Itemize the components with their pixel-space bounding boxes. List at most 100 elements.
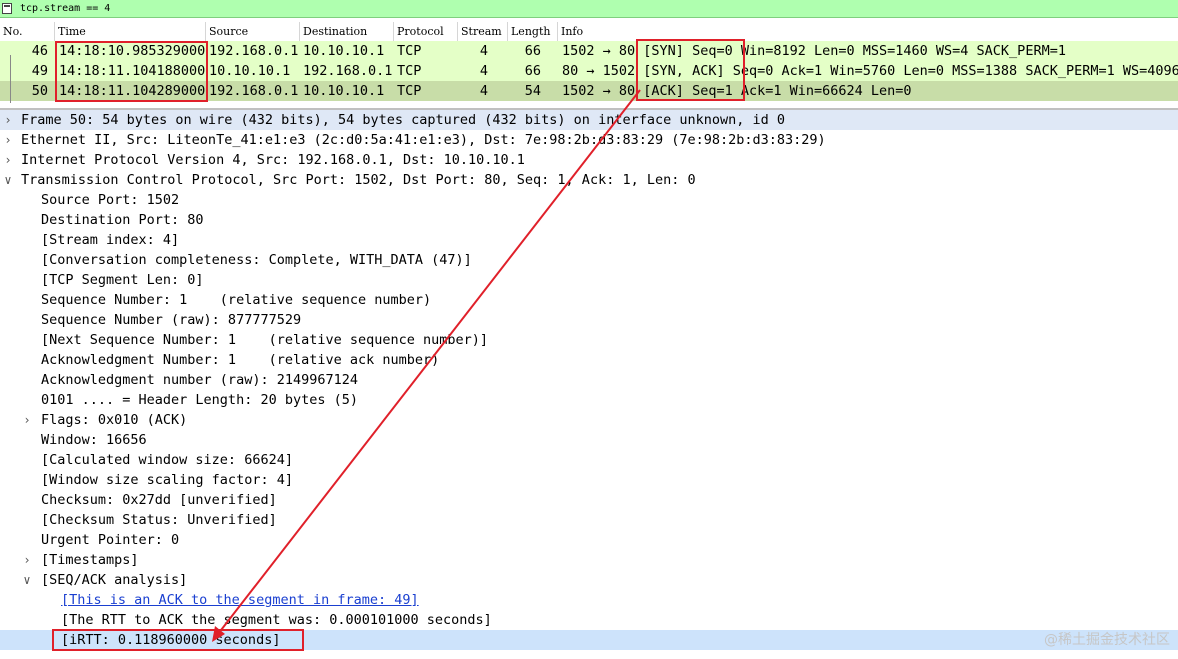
packet-no: 49 <box>31 63 48 79</box>
column-header-no[interactable]: No. <box>0 22 55 41</box>
tree-item-label: Transmission Control Protocol, Src Port:… <box>21 172 696 188</box>
field-label: Sequence Number: 1 (relative sequence nu… <box>41 292 432 308</box>
field-segment-len[interactable]: [TCP Segment Len: 0] <box>0 270 1178 290</box>
packet-protocol: TCP <box>397 63 422 79</box>
packet-length: 66 <box>524 43 541 59</box>
field-next-sequence-number[interactable]: [Next Sequence Number: 1 (relative seque… <box>0 330 1178 350</box>
packet-destination: 10.10.10.1 <box>303 83 385 99</box>
watermark: @稀土掘金技术社区 <box>1044 632 1170 648</box>
info-details: Seq=0 Win=8192 Len=0 MSS=1460 WS=4 SACK_… <box>692 43 1066 59</box>
field-checksum[interactable]: Checksum: 0x27dd [unverified] <box>0 490 1178 510</box>
field-urgent-pointer[interactable]: Urgent Pointer: 0 <box>0 530 1178 550</box>
field-label: [Next Sequence Number: 1 (relative seque… <box>41 332 489 348</box>
packet-row-selected[interactable]: 50 14:18:11.104289000 192.168.0.1 10.10.… <box>0 81 1178 101</box>
field-window[interactable]: Window: 16656 <box>0 430 1178 450</box>
field-destination-port[interactable]: Destination Port: 80 <box>0 210 1178 230</box>
packet-destination: 192.168.0.1 <box>303 63 393 79</box>
field-label: Urgent Pointer: 0 <box>41 532 180 548</box>
field-label: [iRTT: 0.118960000 seconds] <box>61 632 281 648</box>
tree-item-label: Ethernet II, Src: LiteonTe_41:e1:e3 (2c:… <box>21 132 826 148</box>
chevron-down-icon[interactable]: ∨ <box>2 170 14 190</box>
field-label: [SEQ/ACK analysis] <box>41 572 188 588</box>
packet-stream: 4 <box>479 43 488 59</box>
field-ack-to-segment-link[interactable]: [This is an ACK to the segment in frame:… <box>0 590 1178 610</box>
field-rtt-to-ack[interactable]: [The RTT to ACK the segment was: 0.00010… <box>0 610 1178 630</box>
packet-list-header: No. Time Source Destination Protocol Str… <box>0 22 1178 42</box>
tree-item-frame[interactable]: › Frame 50: 54 bytes on wire (432 bits),… <box>0 110 1178 130</box>
field-window-scaling-factor[interactable]: [Window size scaling factor: 4] <box>0 470 1178 490</box>
info-details: Seq=1 Ack=1 Win=66624 Len=0 <box>692 83 912 99</box>
chevron-right-icon[interactable]: › <box>2 150 14 170</box>
packet-info: 80 → 1502 [SYN, ACK] Seq=0 Ack=1 Win=576… <box>562 61 1178 81</box>
chevron-right-icon[interactable]: › <box>2 130 14 150</box>
chevron-down-icon[interactable]: ∨ <box>21 570 33 590</box>
packet-info: 1502 → 80 [ACK] Seq=1 Ack=1 Win=66624 Le… <box>562 81 912 101</box>
packet-protocol: TCP <box>397 83 422 99</box>
field-label: Checksum: 0x27dd [unverified] <box>41 492 277 508</box>
frame-link[interactable]: [This is an ACK to the segment in frame:… <box>61 590 419 610</box>
field-label: [Calculated window size: 66624] <box>41 452 293 468</box>
packet-time: 14:18:11.104188000 <box>59 63 206 79</box>
field-label: Acknowledgment number (raw): 2149967124 <box>41 372 358 388</box>
packet-details-pane: › Frame 50: 54 bytes on wire (432 bits),… <box>0 108 1178 659</box>
info-ports: 1502 → 80 <box>562 83 636 99</box>
packet-time: 14:18:10.985329000 <box>59 43 206 59</box>
column-header-destination[interactable]: Destination <box>300 22 394 41</box>
field-label: Source Port: 1502 <box>41 192 180 208</box>
column-header-length[interactable]: Length <box>508 22 558 41</box>
tree-item-seq-ack-analysis[interactable]: ∨ [SEQ/ACK analysis] <box>0 570 1178 590</box>
field-label: [TCP Segment Len: 0] <box>41 272 204 288</box>
display-filter-input[interactable] <box>20 1 620 16</box>
packet-info: 1502 → 80 [SYN] Seq=0 Win=8192 Len=0 MSS… <box>562 41 1066 61</box>
packet-time: 14:18:11.104289000 <box>59 83 206 99</box>
tree-item-ethernet[interactable]: › Ethernet II, Src: LiteonTe_41:e1:e3 (2… <box>0 130 1178 150</box>
packet-row[interactable]: 49 14:18:11.104188000 10.10.10.1 192.168… <box>0 61 1178 81</box>
field-sequence-number-raw[interactable]: Sequence Number (raw): 877777529 <box>0 310 1178 330</box>
packet-source: 192.168.0.1 <box>209 43 299 59</box>
field-label: Flags: 0x010 (ACK) <box>41 412 188 428</box>
field-acknowledgment-number-raw[interactable]: Acknowledgment number (raw): 2149967124 <box>0 370 1178 390</box>
packet-stream: 4 <box>479 83 488 99</box>
info-ports: 80 → 1502 <box>562 63 636 79</box>
field-acknowledgment-number[interactable]: Acknowledgment Number: 1 (relative ack n… <box>0 350 1178 370</box>
chevron-right-icon[interactable]: › <box>21 550 33 570</box>
field-sequence-number[interactable]: Sequence Number: 1 (relative sequence nu… <box>0 290 1178 310</box>
column-header-protocol[interactable]: Protocol <box>394 22 458 41</box>
info-ports: 1502 → 80 <box>562 43 636 59</box>
tree-item-label: Frame 50: 54 bytes on wire (432 bits), 5… <box>21 112 786 128</box>
field-header-length[interactable]: 0101 .... = Header Length: 20 bytes (5) <box>0 390 1178 410</box>
packet-length: 54 <box>524 83 541 99</box>
field-stream-index[interactable]: [Stream index: 4] <box>0 230 1178 250</box>
field-label: [Conversation completeness: Complete, WI… <box>41 252 472 268</box>
packet-source: 10.10.10.1 <box>209 63 291 79</box>
field-conversation-completeness[interactable]: [Conversation completeness: Complete, WI… <box>0 250 1178 270</box>
field-checksum-status[interactable]: [Checksum Status: Unverified] <box>0 510 1178 530</box>
field-label: Destination Port: 80 <box>41 212 204 228</box>
packet-row[interactable]: 46 14:18:10.985329000 192.168.0.1 10.10.… <box>0 41 1178 61</box>
packet-no: 50 <box>31 83 48 99</box>
field-label: [Window size scaling factor: 4] <box>41 472 293 488</box>
tree-item-ip[interactable]: › Internet Protocol Version 4, Src: 192.… <box>0 150 1178 170</box>
packet-source: 192.168.0.1 <box>209 83 299 99</box>
column-header-time[interactable]: Time <box>55 22 206 41</box>
chevron-right-icon[interactable]: › <box>21 410 33 430</box>
info-flags: [ACK] <box>643 83 684 99</box>
field-label: [The RTT to ACK the segment was: 0.00010… <box>61 612 492 628</box>
field-calculated-window-size[interactable]: [Calculated window size: 66624] <box>0 450 1178 470</box>
tree-item-flags[interactable]: › Flags: 0x010 (ACK) <box>0 410 1178 430</box>
info-flags: [SYN, ACK] <box>643 63 725 79</box>
display-filter-bar <box>0 0 1178 18</box>
info-details: Seq=0 Ack=1 Win=5760 Len=0 MSS=1388 SACK… <box>732 63 1178 79</box>
packet-no: 46 <box>31 43 48 59</box>
column-header-stream[interactable]: Stream <box>458 22 508 41</box>
bookmark-icon[interactable] <box>2 3 12 14</box>
field-source-port[interactable]: Source Port: 1502 <box>0 190 1178 210</box>
tree-item-timestamps[interactable]: › [Timestamps] <box>0 550 1178 570</box>
field-label: 0101 .... = Header Length: 20 bytes (5) <box>41 392 358 408</box>
chevron-right-icon[interactable]: › <box>2 110 14 130</box>
column-header-info[interactable]: Info <box>558 22 1178 41</box>
field-label: Window: 16656 <box>41 432 147 448</box>
tree-item-tcp[interactable]: ∨ Transmission Control Protocol, Src Por… <box>0 170 1178 190</box>
field-irtt[interactable]: [iRTT: 0.118960000 seconds] <box>0 630 1178 650</box>
column-header-source[interactable]: Source <box>206 22 300 41</box>
